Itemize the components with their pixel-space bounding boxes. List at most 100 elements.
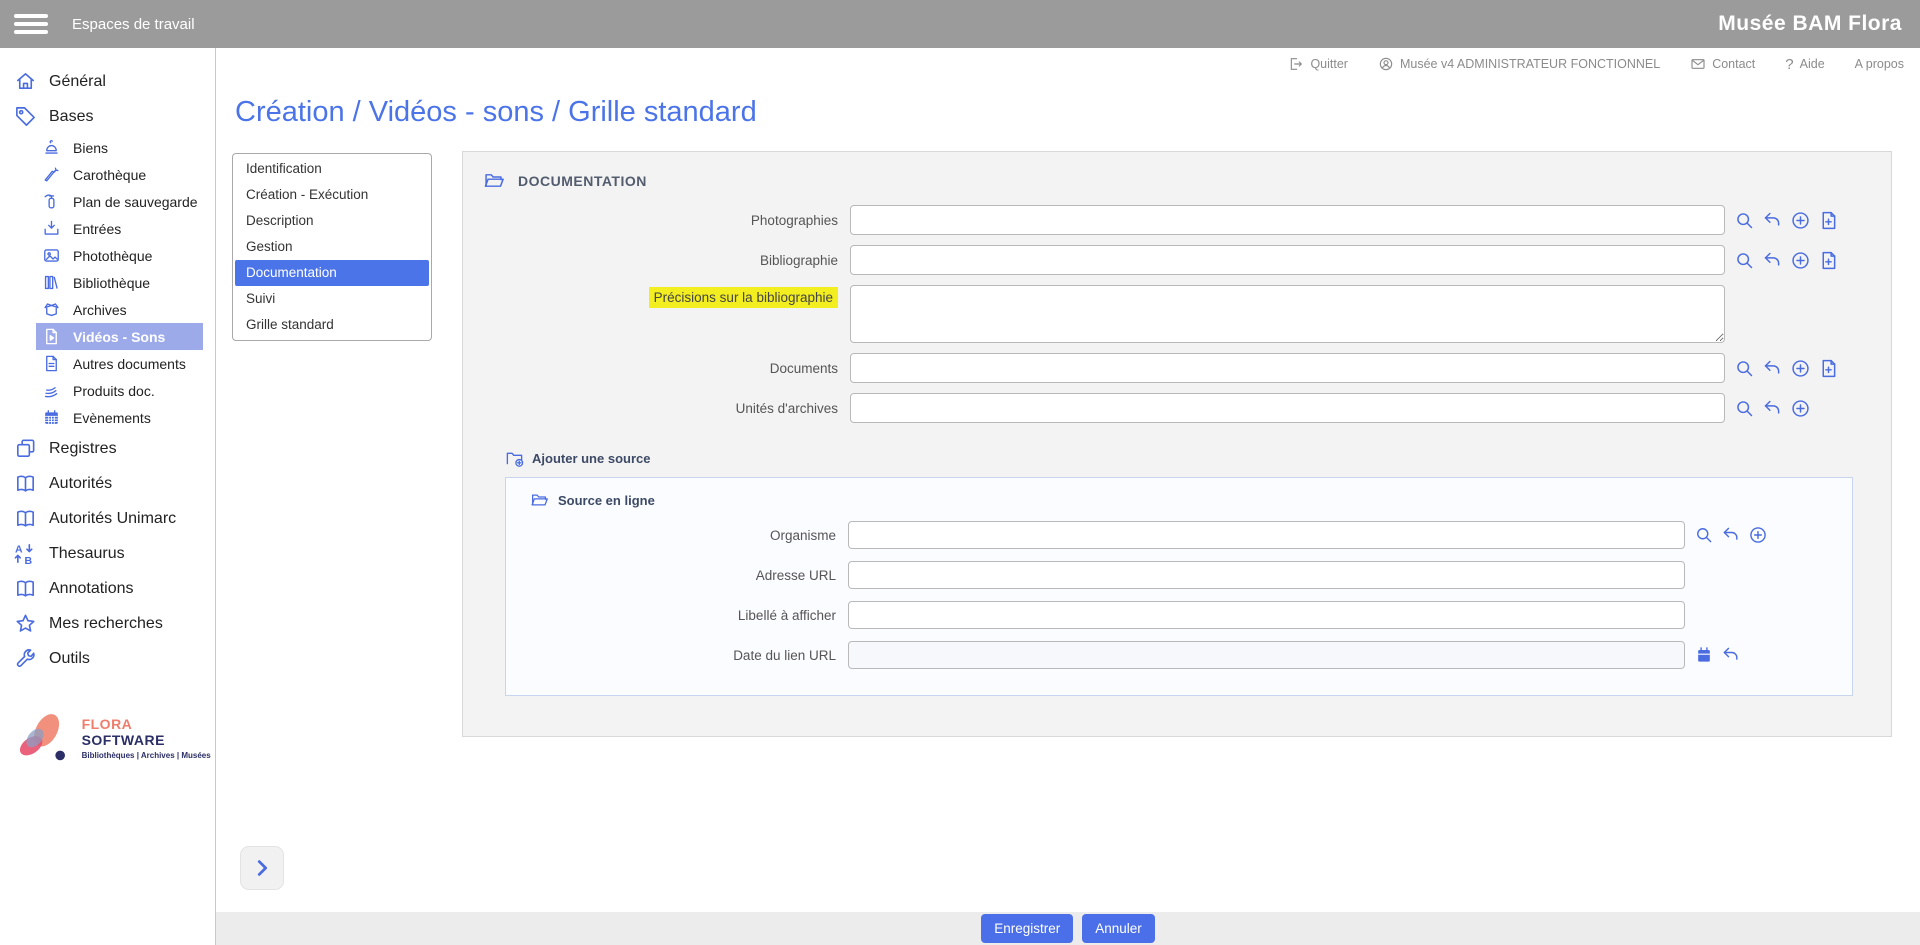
field-row-adresse-url: Adresse URL: [506, 561, 1852, 589]
file-plus-icon[interactable]: [1818, 250, 1839, 271]
contact-link[interactable]: Contact: [1690, 56, 1755, 72]
sidebar-item-outils[interactable]: Outils: [0, 641, 215, 676]
logout-icon: [1288, 56, 1304, 72]
adresse-url-input[interactable]: [848, 561, 1685, 589]
field-label: Libellé à afficher: [506, 608, 836, 623]
file-plus-icon[interactable]: [1818, 210, 1839, 231]
field-label: Adresse URL: [506, 568, 836, 583]
unites-archives-input[interactable]: [850, 393, 1725, 423]
pages-icon: [42, 381, 61, 400]
sidebar-item-biens[interactable]: Biens: [36, 134, 203, 161]
tab-suivi[interactable]: Suivi: [235, 286, 429, 312]
file-plus-icon[interactable]: [1818, 358, 1839, 379]
tab-documentation[interactable]: Documentation: [235, 260, 429, 286]
field-label-highlighted: Précisions sur la bibliographie: [463, 285, 838, 305]
expand-panel-button[interactable]: [240, 846, 284, 890]
calendar-icon: [42, 408, 61, 427]
wrench-icon: [14, 647, 37, 670]
sidebar-item-carotheque[interactable]: Carothèque: [36, 161, 203, 188]
field-label: Date du lien URL: [506, 648, 836, 663]
undo-icon[interactable]: [1762, 210, 1783, 231]
cancel-button[interactable]: Annuler: [1082, 914, 1155, 943]
plus-circle-icon[interactable]: [1790, 358, 1811, 379]
undo-icon[interactable]: [1762, 250, 1783, 271]
sidebar: Général Bases Biens Carothèque Plan de s…: [0, 48, 216, 945]
undo-icon[interactable]: [1721, 525, 1741, 545]
field-label: Photographies: [463, 213, 838, 228]
undo-icon[interactable]: [1721, 645, 1741, 665]
source-group-title: Source en ligne: [558, 493, 655, 508]
source-en-ligne-group: Source en ligne Organisme: [505, 477, 1853, 696]
plus-circle-icon[interactable]: [1790, 398, 1811, 419]
undo-icon[interactable]: [1762, 358, 1783, 379]
open-book-icon: [14, 507, 37, 530]
sidebar-item-autorites[interactable]: Autorités: [0, 466, 215, 501]
sidebar-item-videos-sons[interactable]: Vidéos - Sons: [36, 323, 203, 350]
sort-alpha-icon: AB: [14, 542, 37, 565]
undo-icon[interactable]: [1762, 398, 1783, 419]
sidebar-item-autres-documents[interactable]: Autres documents: [36, 350, 203, 377]
documents-input[interactable]: [850, 353, 1725, 383]
bibliographie-input[interactable]: [850, 245, 1725, 275]
quit-link[interactable]: Quitter: [1288, 56, 1348, 72]
organisme-input[interactable]: [848, 521, 1685, 549]
help-link[interactable]: ? Aide: [1785, 56, 1824, 73]
logo-brand-secondary: SOFTWARE: [82, 732, 165, 748]
sidebar-item-evenements[interactable]: Evènements: [36, 404, 203, 431]
about-link[interactable]: A propos: [1855, 57, 1904, 71]
menu-icon[interactable]: [14, 10, 48, 38]
user-menu[interactable]: Musée v4 ADMINISTRATEUR FONCTIONNEL: [1378, 56, 1660, 72]
sidebar-item-plan-sauvegarde[interactable]: Plan de sauvegarde: [36, 188, 203, 215]
plus-circle-icon[interactable]: [1790, 250, 1811, 271]
sidebar-item-bibliotheque[interactable]: Bibliothèque: [36, 269, 203, 296]
folder-icon: [530, 491, 548, 509]
sidebar-item-bases[interactable]: Bases: [0, 99, 215, 134]
sidebar-item-entrees[interactable]: Entrées: [36, 215, 203, 242]
search-icon[interactable]: [1734, 210, 1755, 231]
sidebar-item-registres[interactable]: Registres: [0, 431, 215, 466]
save-button[interactable]: Enregistrer: [981, 914, 1073, 943]
logo-brand-primary: FLORA: [82, 716, 132, 732]
topbar: Espaces de travail Musée BAM Flora: [0, 0, 1920, 48]
date-lien-url-input[interactable]: [848, 641, 1685, 669]
sidebar-item-archives[interactable]: Archives: [36, 296, 203, 323]
sidebar-item-mes-recherches[interactable]: Mes recherches: [0, 606, 215, 641]
add-source-header[interactable]: Ajouter une source: [505, 449, 1891, 468]
plus-circle-icon[interactable]: [1748, 525, 1768, 545]
search-icon[interactable]: [1734, 250, 1755, 271]
field-row-date-lien-url: Date du lien URL: [506, 641, 1852, 669]
image-icon: [42, 246, 61, 265]
documentation-panel: DOCUMENTATION Photographies: [462, 151, 1892, 737]
fire-extinguisher-icon: [42, 192, 61, 211]
logo-tagline: Bibliothèques | Archives | Musées: [82, 751, 215, 760]
field-label: Organisme: [506, 528, 836, 543]
tab-gestion[interactable]: Gestion: [235, 234, 429, 260]
page-title: Création / Vidéos - sons / Grille standa…: [235, 96, 1920, 129]
svg-text:A: A: [15, 544, 23, 556]
search-icon[interactable]: [1734, 358, 1755, 379]
field-label: Documents: [463, 361, 838, 376]
sidebar-item-general[interactable]: Général: [0, 64, 215, 99]
sidebar-item-autorites-unimarc[interactable]: Autorités Unimarc: [0, 501, 215, 536]
sidebar-item-phototheque[interactable]: Photothèque: [36, 242, 203, 269]
sidebar-item-produits-doc[interactable]: Produits doc.: [36, 377, 203, 404]
search-icon[interactable]: [1694, 525, 1714, 545]
precisions-bibliographie-textarea[interactable]: [850, 285, 1725, 343]
tab-creation-execution[interactable]: Création - Exécution: [235, 182, 429, 208]
app-title: Musée BAM Flora: [1718, 12, 1902, 36]
plus-circle-icon[interactable]: [1790, 210, 1811, 231]
user-circle-icon: [1378, 56, 1394, 72]
sidebar-item-thesaurus[interactable]: AB Thesaurus: [0, 536, 215, 571]
libelle-afficher-input[interactable]: [848, 601, 1685, 629]
tab-description[interactable]: Description: [235, 208, 429, 234]
subheader: Quitter Musée v4 ADMINISTRATEUR FONCTION…: [216, 48, 1920, 80]
calendar-icon[interactable]: [1694, 645, 1714, 665]
workspace-label[interactable]: Espaces de travail: [72, 16, 195, 33]
photographies-input[interactable]: [850, 205, 1725, 235]
artifact-icon: [42, 138, 61, 157]
sidebar-item-annotations[interactable]: Annotations: [0, 571, 215, 606]
tab-identification[interactable]: Identification: [235, 156, 429, 182]
tab-grille-standard[interactable]: Grille standard: [235, 312, 429, 338]
search-icon[interactable]: [1734, 398, 1755, 419]
tab-list: Identification Création - Exécution Desc…: [232, 153, 432, 341]
